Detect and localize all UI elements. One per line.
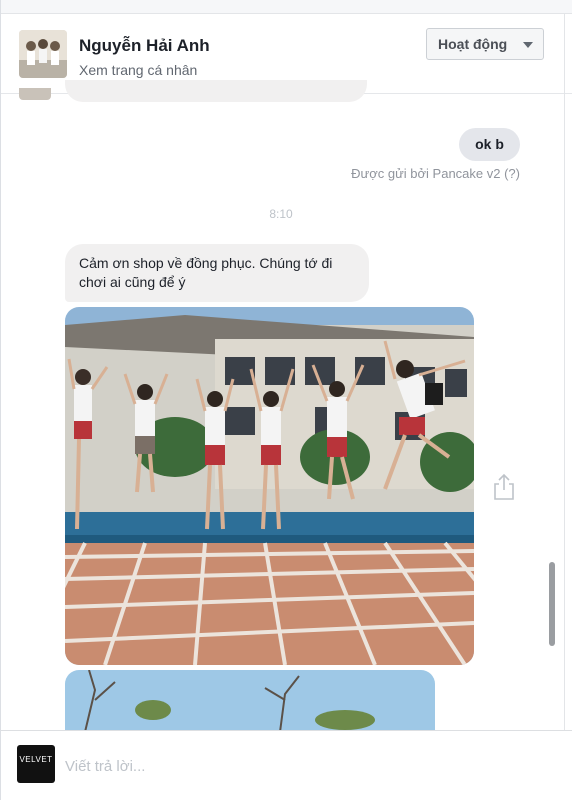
caret-down-icon bbox=[523, 42, 533, 48]
photo-attachment[interactable] bbox=[65, 307, 474, 665]
page-logo: VELVET bbox=[17, 745, 55, 783]
status-label: Hoạt động bbox=[438, 36, 508, 52]
view-profile-link[interactable]: Xem trang cá nhân bbox=[79, 62, 197, 78]
scrollbar-thumb[interactable] bbox=[549, 562, 555, 646]
avatar[interactable] bbox=[19, 30, 67, 78]
received-message-bubble: Cảm ơn shop về đồng phục. Chúng tớ đi ch… bbox=[65, 244, 369, 302]
message-timestamp: 8:10 bbox=[269, 207, 293, 221]
previous-avatar bbox=[19, 88, 51, 100]
reply-input[interactable] bbox=[65, 751, 535, 781]
status-dropdown-button[interactable]: Hoạt động bbox=[426, 28, 544, 60]
contact-name: Nguyễn Hải Anh bbox=[79, 36, 210, 55]
share-icon[interactable] bbox=[492, 473, 516, 501]
logo-text: VELVET bbox=[19, 755, 53, 764]
scroll-rail bbox=[564, 14, 565, 730]
second-photo-attachment[interactable] bbox=[65, 670, 435, 732]
sent-message-bubble: ok b bbox=[459, 128, 520, 161]
messenger-panel: Nguyễn Hải Anh Xem trang cá nhân Hoạt độ… bbox=[0, 0, 572, 800]
reply-composer: VELVET bbox=[1, 730, 572, 800]
sent-by-label: Được gửi bởi Pancake v2 (?) bbox=[351, 166, 520, 181]
top-edge bbox=[1, 0, 572, 14]
previous-message-bubble bbox=[65, 80, 367, 102]
